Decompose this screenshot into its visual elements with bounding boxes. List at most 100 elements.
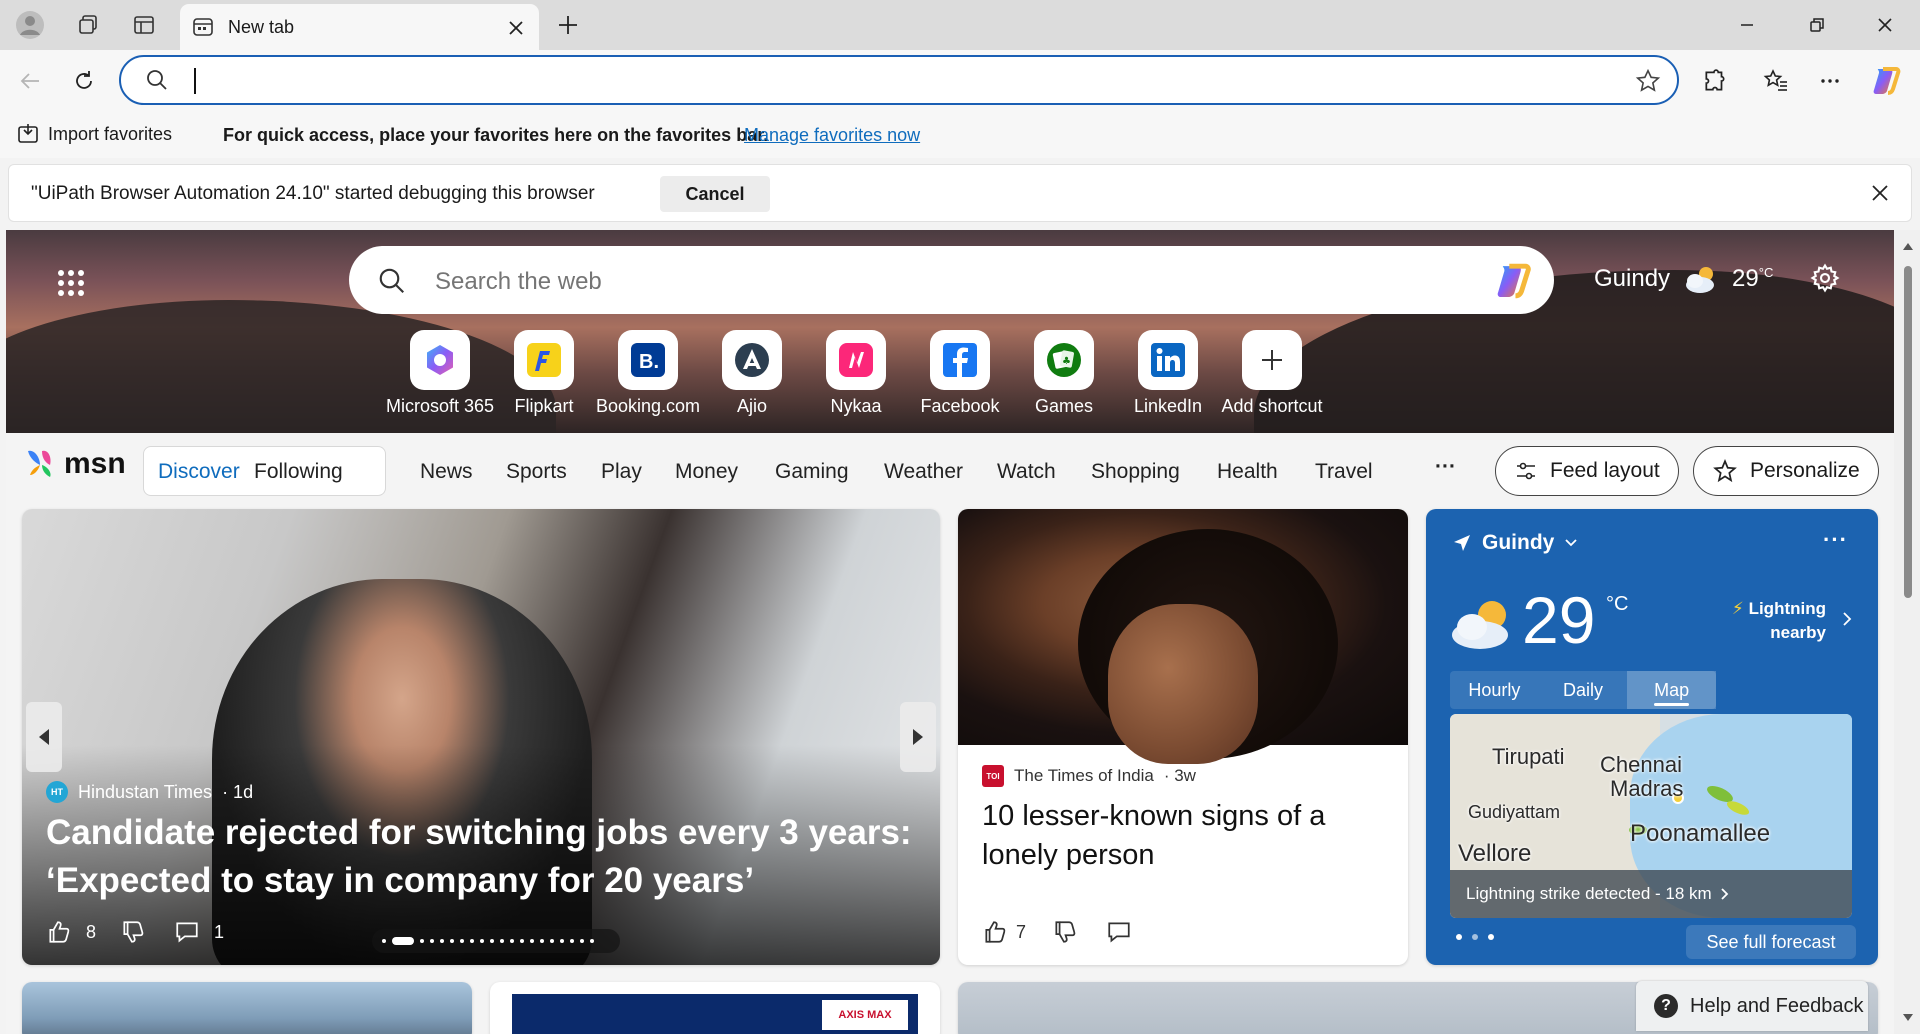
web-search-box[interactable] <box>349 246 1554 314</box>
close-window-button[interactable] <box>1850 0 1920 50</box>
favorites-bar: Import favorites For quick access, place… <box>0 112 1920 158</box>
story-title[interactable]: Candidate rejected for switching jobs ev… <box>46 809 916 905</box>
feed-card-row2-1[interactable] <box>22 982 472 1034</box>
copilot-search-icon[interactable] <box>1492 260 1534 302</box>
address-input[interactable] <box>193 65 1573 95</box>
comment-icon[interactable] <box>1106 919 1132 945</box>
personalize-button[interactable]: Personalize <box>1693 446 1879 496</box>
map-label-gudiyattam: Gudiyattam <box>1468 802 1561 822</box>
favorites-bar-message: For quick access, place your favorites h… <box>223 125 769 145</box>
story-source[interactable]: HT Hindustan Times · 1d <box>46 781 253 803</box>
hero-weather-location: Guindy <box>1594 265 1671 292</box>
comment-icon[interactable] <box>174 919 200 945</box>
plus-icon <box>1242 330 1302 390</box>
nykaa-icon <box>826 330 886 390</box>
help-and-feedback-button[interactable]: ? Help and Feedback <box>1636 981 1868 1031</box>
carousel-next-button[interactable] <box>900 702 936 772</box>
tab-hourly[interactable]: Hourly <box>1450 671 1539 709</box>
times-of-india-logo: TOI <box>982 765 1004 787</box>
manage-favorites-link[interactable]: Manage favorites now <box>744 125 920 146</box>
page-settings-gear-icon[interactable] <box>1810 263 1840 298</box>
carousel-indicator <box>372 929 620 953</box>
nav-play[interactable]: Play <box>601 460 642 484</box>
weather-unit: °C <box>1606 593 1629 615</box>
close-tab-icon[interactable] <box>503 15 529 41</box>
flipkart-icon <box>514 330 574 390</box>
favorites-icon[interactable] <box>1756 61 1796 101</box>
weather-card[interactable]: Guindy ··· 29 °C ⚡ Lightning nearby Hour… <box>1426 509 1878 965</box>
back-button[interactable] <box>10 61 50 101</box>
nav-watch[interactable]: Watch <box>997 460 1056 484</box>
main-story-card[interactable]: HT Hindustan Times · 1d Candidate reject… <box>22 509 940 965</box>
nav-health[interactable]: Health <box>1217 460 1278 484</box>
minimize-button[interactable] <box>1712 0 1782 50</box>
infobar-close-icon[interactable] <box>1865 178 1895 208</box>
news-story-card[interactable]: TOI The Times of India · 3w 10 lesser-kn… <box>958 509 1408 965</box>
news-story-source[interactable]: TOI The Times of India · 3w <box>982 765 1196 787</box>
vertical-tabs-icon[interactable] <box>126 8 162 42</box>
personalize-label: Personalize <box>1750 459 1860 482</box>
like-icon[interactable] <box>982 919 1008 945</box>
scroll-thumb[interactable] <box>1904 266 1912 598</box>
see-full-forecast-button[interactable]: See full forecast <box>1686 925 1856 959</box>
dislike-icon[interactable] <box>1052 919 1078 945</box>
workspaces-icon[interactable] <box>70 8 106 42</box>
like-count: 8 <box>86 921 97 942</box>
facebook-icon <box>930 330 990 390</box>
address-toolbar <box>0 50 1920 112</box>
like-icon[interactable] <box>46 919 72 945</box>
import-favorites-button[interactable]: Import favorites <box>16 122 172 146</box>
nav-shopping[interactable]: Shopping <box>1091 460 1180 484</box>
story-age: · 1d <box>222 781 254 802</box>
tab-discover[interactable]: Discover <box>158 460 240 484</box>
nav-weather[interactable]: Weather <box>884 460 963 484</box>
help-question-icon: ? <box>1654 994 1678 1018</box>
extensions-icon[interactable] <box>1695 61 1735 101</box>
new-tab-button[interactable] <box>551 8 585 42</box>
tab-new-tab[interactable]: New tab <box>180 4 539 50</box>
weather-more-icon[interactable]: ··· <box>1823 527 1848 553</box>
chevron-right-icon[interactable] <box>1842 611 1852 627</box>
scroll-down-arrow-icon[interactable] <box>1901 1010 1915 1024</box>
story-reactions: 8 1 <box>46 919 224 945</box>
svg-text:B.: B. <box>639 351 659 373</box>
scroll-up-arrow-icon[interactable] <box>1901 240 1915 254</box>
page-scrollbar[interactable] <box>1894 230 1920 1034</box>
nav-gaming[interactable]: Gaming <box>775 460 849 484</box>
feed-layout-button[interactable]: Feed layout <box>1495 446 1679 496</box>
infobar-cancel-button[interactable]: Cancel <box>660 176 770 212</box>
alert-line-1: Lightning <box>1748 599 1826 618</box>
booking-icon: B. <box>618 330 678 390</box>
apps-launcher-icon[interactable] <box>58 270 84 296</box>
web-search-input[interactable] <box>435 268 1335 296</box>
weather-location-selector[interactable]: Guindy <box>1452 531 1578 555</box>
nav-money[interactable]: Money <box>675 460 738 484</box>
nav-sports[interactable]: Sports <box>506 460 567 484</box>
favorite-star-icon[interactable] <box>1635 68 1661 99</box>
carousel-prev-button[interactable] <box>26 702 62 772</box>
tab-daily[interactable]: Daily <box>1539 671 1628 709</box>
msn-logo[interactable]: msn <box>24 447 126 481</box>
lightning-alert[interactable]: ⚡ Lightning nearby <box>1732 597 1826 645</box>
shortcut-add[interactable]: Add shortcut <box>1208 330 1336 417</box>
more-menu-icon[interactable] <box>1810 61 1850 101</box>
map-label-madras: Madras <box>1610 776 1684 801</box>
weather-map[interactable]: Tirupati Chennai Madras Gudiyattam Poona… <box>1450 714 1852 918</box>
dislike-icon[interactable] <box>120 919 146 945</box>
nav-more-icon[interactable]: ··· <box>1435 455 1456 479</box>
new-tab-page: Guindy 29°C Microsoft 365 Flipkart <box>6 230 1894 1034</box>
copilot-icon[interactable] <box>1866 61 1906 101</box>
profile-icon[interactable] <box>12 8 48 42</box>
refresh-button[interactable] <box>64 61 104 101</box>
feed-card-row2-2[interactable]: AXIS MAX <box>490 982 940 1034</box>
address-bar[interactable] <box>119 55 1679 105</box>
restore-button[interactable] <box>1782 0 1852 50</box>
hero-weather[interactable]: Guindy 29°C <box>1594 264 1773 294</box>
tab-following[interactable]: Following <box>254 460 343 484</box>
msn-butterfly-icon <box>28 450 51 477</box>
map-footer[interactable]: Lightning strike detected - 18 km <box>1450 870 1852 918</box>
news-story-title[interactable]: 10 lesser-known signs of a lonely person <box>982 797 1382 875</box>
nav-travel[interactable]: Travel <box>1315 460 1373 484</box>
nav-news[interactable]: News <box>420 460 473 484</box>
tab-map[interactable]: Map <box>1627 671 1717 709</box>
